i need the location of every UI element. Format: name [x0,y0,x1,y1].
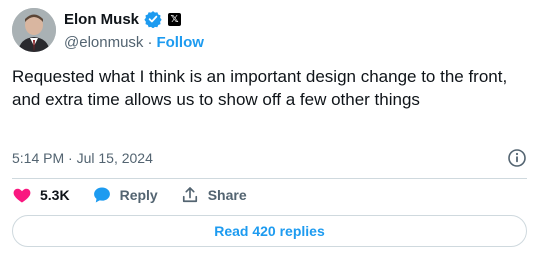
reply-button[interactable]: Reply [92,185,158,205]
tweet-timestamp[interactable]: 5:14 PM · Jul 15, 2024 [12,150,153,166]
tweet-text: Requested what I think is an important d… [12,67,508,109]
read-replies-button[interactable]: Read 420 replies [12,215,527,247]
name-row: Elon Musk 𝕏 [64,8,204,30]
verified-badge-icon [144,10,162,29]
author-handle[interactable]: @elonmusk [64,34,143,51]
avatar[interactable] [12,8,56,52]
tweet-card: Elon Musk 𝕏 @elonmusk · Follow Requested… [0,0,539,255]
like-count: 5.3K [40,187,70,203]
author-block: Elon Musk 𝕏 @elonmusk · Follow [64,8,204,52]
speech-bubble-icon [92,185,112,205]
separator-dot: · [147,33,153,51]
share-button[interactable]: Share [180,185,247,205]
share-label: Share [207,187,247,203]
like-button[interactable]: 5.3K [12,185,70,205]
author-name[interactable]: Elon Musk [64,11,139,28]
action-bar: 5.3K Reply Share [12,184,527,206]
tweet-header: Elon Musk 𝕏 @elonmusk · Follow [12,8,527,54]
heart-icon [12,185,32,205]
share-icon [180,185,200,205]
tweet-meta: 5:14 PM · Jul 15, 2024 [12,148,527,168]
reply-label: Reply [119,187,158,203]
info-icon[interactable] [507,148,527,168]
x-logo-icon: 𝕏 [168,12,182,26]
follow-button[interactable]: Follow [156,34,204,51]
divider [12,178,527,179]
handle-row: @elonmusk · Follow [64,32,204,52]
